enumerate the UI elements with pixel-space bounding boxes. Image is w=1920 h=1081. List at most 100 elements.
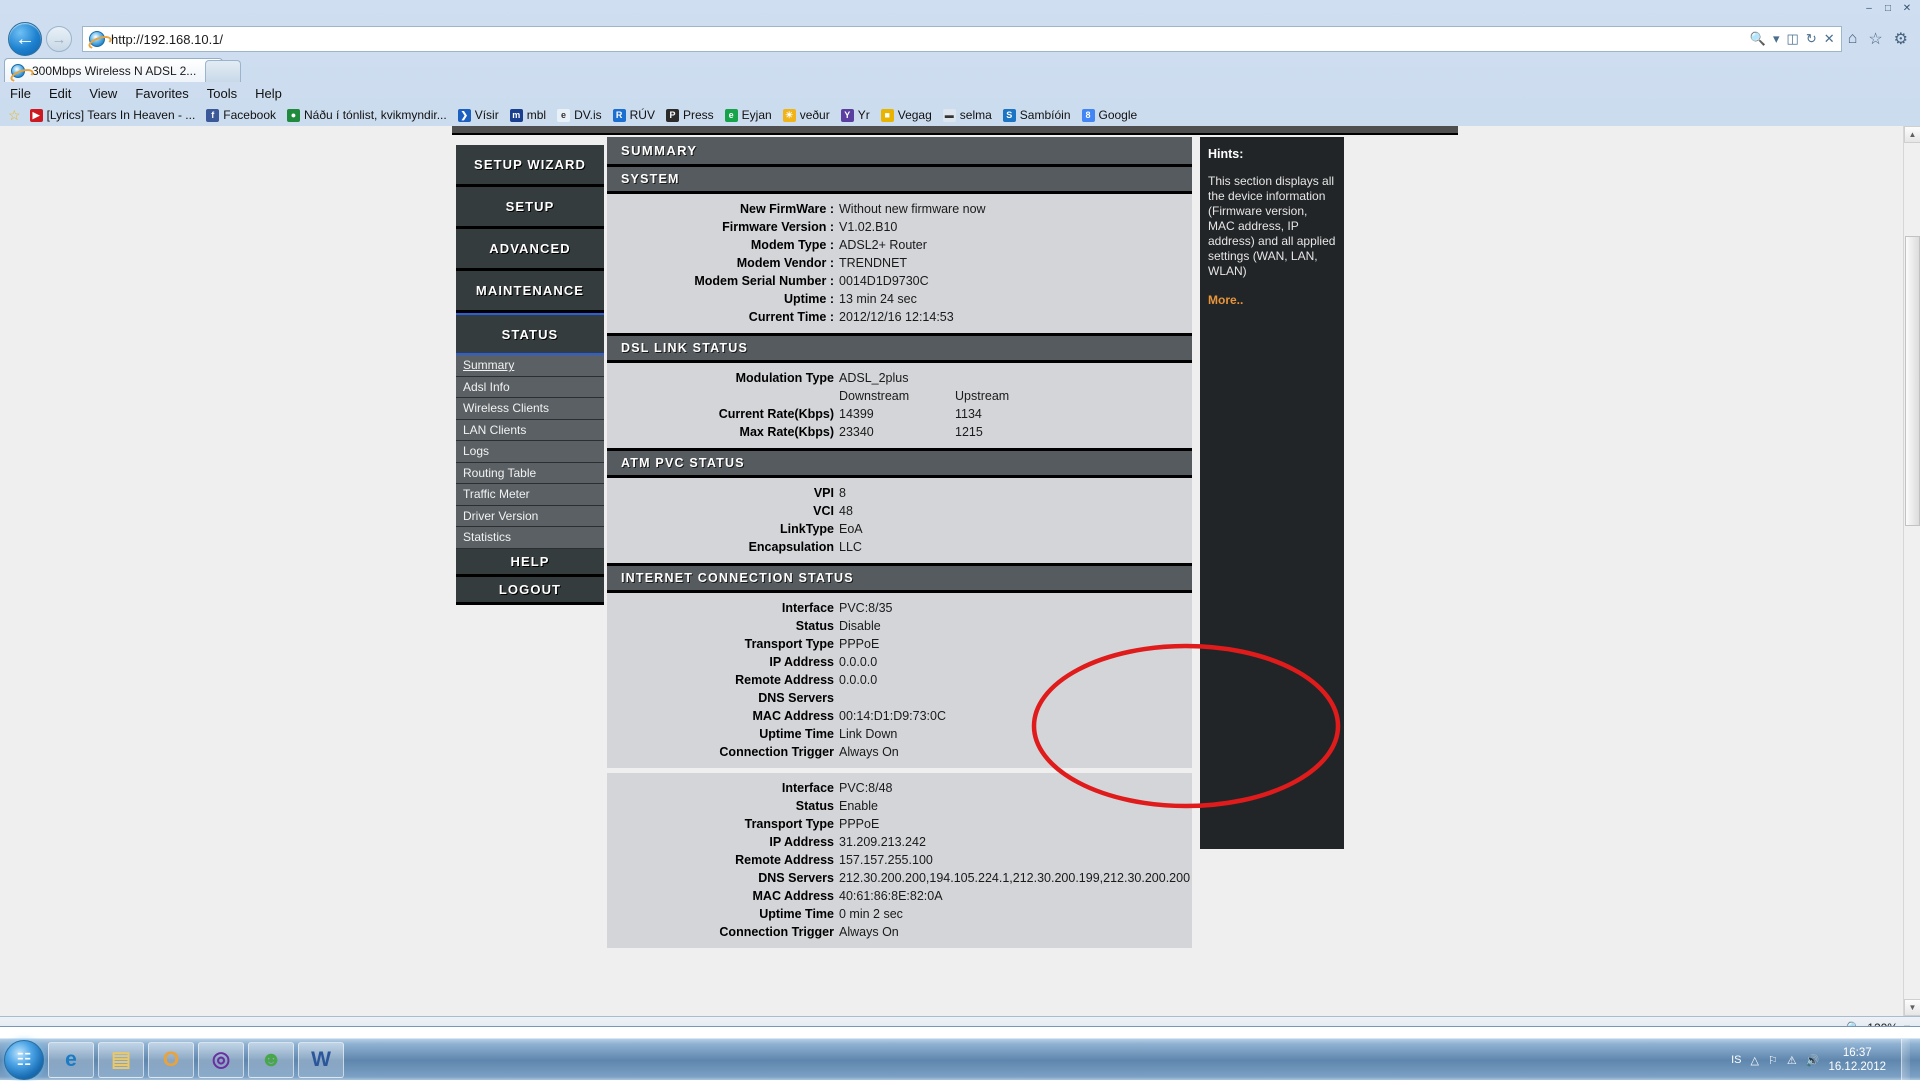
atm-row: VPI8	[607, 484, 1192, 502]
maximize-button[interactable]: □	[1881, 3, 1895, 15]
nav-button-status[interactable]: STATUS	[456, 313, 604, 355]
volume-icon[interactable]: 🔊	[1806, 1054, 1820, 1067]
chevron-down-icon[interactable]: ▾	[1773, 31, 1780, 47]
menu-help[interactable]: Help	[255, 86, 282, 101]
nav-item-lan-clients[interactable]: LAN Clients	[456, 420, 604, 442]
favorite-selma-icon[interactable]: ▬selma	[943, 108, 992, 122]
row-label	[607, 388, 839, 404]
zoom-level[interactable]: 120%	[1867, 1021, 1898, 1028]
nav-item-statistics[interactable]: Statistics	[456, 527, 604, 549]
favorite-facebook-icon[interactable]: fFacebook	[206, 108, 276, 122]
row-value	[839, 690, 1192, 706]
favorite-yr-icon[interactable]: YYr	[841, 108, 870, 122]
taskbar-microsoft-word-icon[interactable]: W	[298, 1042, 344, 1078]
taskbar-outlook-icon[interactable]: O	[148, 1042, 194, 1078]
taskbar-clock[interactable]: 16:37 16.12.2012	[1828, 1046, 1886, 1074]
nav-button-maintenance[interactable]: MAINTENANCE	[456, 271, 604, 313]
address-bar-icons: 🔍 ▾ ◫ ↻ ✕	[1750, 27, 1839, 51]
clock-time: 16:37	[1828, 1046, 1886, 1060]
page-scrollbar[interactable]: ▲ ▼	[1903, 126, 1920, 1016]
row-value: 00:14:D1:D9:73:0C	[839, 708, 1192, 724]
favorite-label: selma	[960, 108, 992, 122]
show-hidden-icons-icon[interactable]: △	[1751, 1054, 1759, 1067]
stop-icon[interactable]: ✕	[1824, 31, 1835, 47]
nav-button-setup-wizard[interactable]: SETUP WIZARD	[456, 145, 604, 187]
close-button[interactable]: ✕	[1900, 3, 1914, 15]
nav-button-advanced[interactable]: ADVANCED	[456, 229, 604, 271]
menu-tools[interactable]: Tools	[207, 86, 237, 101]
language-indicator[interactable]: IS	[1731, 1054, 1741, 1066]
nav-item-wireless-clients[interactable]: Wireless Clients	[456, 398, 604, 420]
row-label: Uptime :	[607, 291, 839, 307]
browser-tab[interactable]: 300Mbps Wireless N ADSL 2... ✕	[4, 58, 223, 82]
minimize-button[interactable]: –	[1862, 3, 1876, 15]
address-bar[interactable]: http://192.168.10.1/ 🔍 ▾ ◫ ↻ ✕	[82, 26, 1842, 52]
zoom-magnifier-icon[interactable]: 🔍	[1846, 1021, 1861, 1028]
globe-icon: ●	[287, 109, 300, 122]
menu-view[interactable]: View	[89, 86, 117, 101]
nav-button-help[interactable]: HELP	[456, 549, 604, 577]
show-desktop-button[interactable]	[1901, 1039, 1910, 1081]
youtube-icon: ▶	[30, 109, 43, 122]
outlook-glyph: O	[163, 1049, 179, 1070]
upstream-value: 1215	[955, 424, 983, 440]
scroll-down-arrow-icon[interactable]: ▼	[1904, 999, 1920, 1016]
compatibility-view-icon[interactable]: ◫	[1787, 31, 1799, 47]
search-icon[interactable]: 🔍	[1750, 31, 1766, 47]
windows-taskbar: ☷ e▤ O ◎☻W IS △ ⚐ ⚠ 🔊 16:37 16.12.2012	[0, 1038, 1920, 1080]
row-label: Current Time :	[607, 309, 839, 325]
nav-item-adsl-info[interactable]: Adsl Info	[456, 377, 604, 399]
nav-item-logs[interactable]: Logs	[456, 441, 604, 463]
refresh-icon[interactable]: ↻	[1806, 31, 1817, 47]
menu-edit[interactable]: Edit	[49, 86, 71, 101]
favorite-eyjan-icon[interactable]: eEyjan	[725, 108, 772, 122]
taskbar-windows-explorer-icon[interactable]: ▤	[98, 1042, 144, 1078]
home-icon[interactable]: ⌂	[1848, 30, 1858, 48]
favorite-dvis-icon[interactable]: eDV.is	[557, 108, 602, 122]
menu-file[interactable]: File	[10, 86, 31, 101]
taskbar-msn-messenger-icon[interactable]: ☻	[248, 1042, 294, 1078]
taskbar-internet-explorer-icon[interactable]: e	[48, 1042, 94, 1078]
row-value: 8	[839, 485, 1192, 501]
network-warning-icon[interactable]: ⚠	[1787, 1054, 1797, 1067]
new-tab-button[interactable]	[205, 60, 241, 82]
taskbar-bittorrent-icon[interactable]: ◎	[198, 1042, 244, 1078]
row-label: Transport Type	[607, 816, 839, 832]
favorite-press-icon[interactable]: PPress	[666, 108, 714, 122]
nav-item-driver-version[interactable]: Driver Version	[456, 506, 604, 528]
back-arrow-icon[interactable]: ←	[8, 22, 42, 56]
row-value: 0014D1D9730C	[839, 273, 1192, 289]
favorite-globe-icon[interactable]: ●Náðu í tónlist, kvikmyndir...	[287, 108, 447, 122]
favorite-ruv-icon[interactable]: RRÚV	[613, 108, 655, 122]
favorite-sambioin-icon[interactable]: SSambíóin	[1003, 108, 1071, 122]
scrollbar-thumb[interactable]	[1905, 236, 1920, 526]
row-label: Firmware Version :	[607, 219, 839, 235]
row-value: 233401215	[839, 424, 1192, 440]
scroll-up-arrow-icon[interactable]: ▲	[1904, 126, 1920, 143]
favorite-mbl-icon[interactable]: mmbl	[510, 108, 546, 122]
dsl-modulation-row: Modulation TypeADSL_2plus	[607, 369, 1192, 387]
address-bar-url: http://192.168.10.1/	[111, 32, 223, 47]
menu-favorites[interactable]: Favorites	[135, 86, 188, 101]
nav-button-setup[interactable]: SETUP	[456, 187, 604, 229]
hints-more-link[interactable]: More..	[1208, 293, 1336, 308]
favorite-weather-sun-icon[interactable]: ☀veður	[783, 108, 830, 122]
nav-item-routing-table[interactable]: Routing Table	[456, 463, 604, 485]
row-label: DNS Servers	[607, 870, 839, 886]
favorites-star-icon[interactable]: ☆	[1868, 29, 1882, 49]
settings-gear-icon[interactable]: ⚙	[1894, 29, 1908, 49]
favorite-visir-icon[interactable]: ❯Vísir	[458, 108, 499, 122]
nav-item-traffic-meter[interactable]: Traffic Meter	[456, 484, 604, 506]
nav-button-logout[interactable]: LOGOUT	[456, 577, 604, 605]
add-favorite-star-icon[interactable]: ☆	[8, 107, 21, 124]
action-center-flag-icon[interactable]: ⚐	[1768, 1054, 1778, 1067]
nav-item-summary[interactable]: Summary	[456, 355, 604, 377]
favorite-google-icon[interactable]: 8Google	[1082, 108, 1138, 122]
forward-arrow-icon[interactable]: →	[46, 26, 72, 52]
favorite-youtube-icon[interactable]: ▶[Lyrics] Tears In Heaven - ...	[30, 108, 196, 122]
sambioin-icon: S	[1003, 109, 1016, 122]
start-button[interactable]: ☷	[4, 1040, 44, 1080]
row-value: DownstreamUpstream	[839, 388, 1192, 404]
zoom-chevron-down-icon[interactable]: ▾	[1904, 1021, 1910, 1028]
favorite-vegagerdin-icon[interactable]: ■Vegag	[881, 108, 932, 122]
